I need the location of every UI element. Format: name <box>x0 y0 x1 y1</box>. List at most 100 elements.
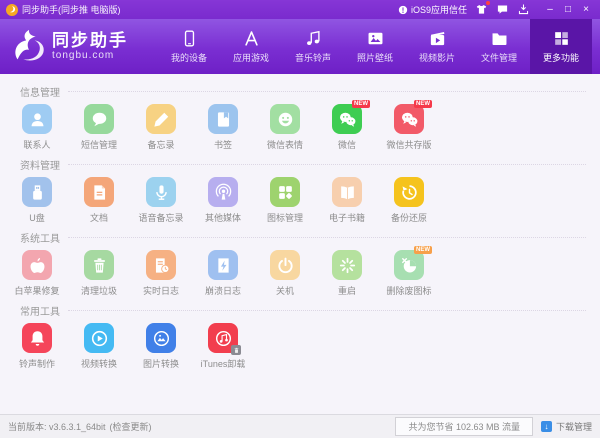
download-manager-button[interactable]: ↓ 下载管理 <box>541 420 592 433</box>
traffic-saved-label: 共为您节省 102.63 MB 流量 <box>395 417 533 436</box>
itunes-uninstall-icon <box>214 329 233 348</box>
tile-itunes-uninstall[interactable]: iTunes卸载 <box>192 323 254 370</box>
maximize-button[interactable]: □ <box>560 3 576 17</box>
tile-voice-memo[interactable]: 语音备忘录 <box>130 177 192 224</box>
tile-icon-box <box>146 323 176 353</box>
tile-label: 微信表情 <box>267 138 303 151</box>
nav-item-label: 音乐铃声 <box>295 51 331 64</box>
tile-icon-manage[interactable]: 图标管理 <box>254 177 316 224</box>
tile-label: 备份还原 <box>391 211 427 224</box>
tile-label: 语音备忘录 <box>138 211 183 224</box>
reboot-icon <box>338 256 357 275</box>
app-window: 同步助手(同步推 电脑版) iOS9应用信任 <box>0 0 600 438</box>
wechat-emoji-icon <box>276 110 295 129</box>
tile-icon-box <box>22 323 52 353</box>
tile-icon-box <box>146 250 176 280</box>
tile-wechat[interactable]: NEW微信 <box>316 104 378 151</box>
tile-icon-box <box>270 104 300 134</box>
tile-label: 电子书籍 <box>329 211 365 224</box>
nav-item-more[interactable]: 更多功能 <box>530 19 592 74</box>
tile-image-convert[interactable]: 图片转换 <box>130 323 192 370</box>
apps-icon <box>242 29 261 48</box>
check-update-link[interactable]: (检查更新) <box>110 420 152 433</box>
download-tray-button[interactable] <box>517 3 530 16</box>
nav-item-label: 视频影片 <box>419 51 455 64</box>
tile-icon-box <box>270 250 300 280</box>
tile-icon-box <box>208 323 238 353</box>
tile-usb[interactable]: U盘 <box>6 177 68 224</box>
photo-icon <box>366 29 385 48</box>
tile-realtime-log[interactable]: 实时日志 <box>130 250 192 297</box>
tile-ringtone-maker[interactable]: 铃声制作 <box>6 323 68 370</box>
nav-item-label: 我的设备 <box>171 51 207 64</box>
white-apple-fix-icon <box>28 256 47 275</box>
nav-item-folder[interactable]: 文件管理 <box>468 19 530 74</box>
nav-item-photo[interactable]: 照片壁纸 <box>344 19 406 74</box>
tile-icon-box <box>332 250 362 280</box>
tile-video-convert[interactable]: 视频转换 <box>68 323 130 370</box>
ios9-trust-button[interactable]: iOS9应用信任 <box>398 3 467 16</box>
tile-bookmarks[interactable]: 书签 <box>192 104 254 151</box>
icon-manage-icon <box>276 183 295 202</box>
nav-item-apps[interactable]: 应用游戏 <box>220 19 282 74</box>
tile-label: 删除废图标 <box>386 284 431 297</box>
app-logo-icon <box>6 4 18 16</box>
section-title: 资料管理 <box>0 157 600 172</box>
tile-label: 实时日志 <box>143 284 179 297</box>
tile-icon-box: NEW <box>332 104 362 134</box>
tiles-row: U盘文档语音备忘录其他媒体图标管理电子书籍 备份还原 <box>0 177 600 224</box>
nav-item-film[interactable]: 视频影片 <box>406 19 468 74</box>
tile-icon-box <box>208 104 238 134</box>
section-title: 信息管理 <box>0 84 600 99</box>
tile-documents[interactable]: 文档 <box>68 177 130 224</box>
feedback-button[interactable] <box>496 3 509 16</box>
tile-sms[interactable]: 短信管理 <box>68 104 130 151</box>
new-badge: NEW <box>414 100 432 108</box>
tile-icon-box <box>22 177 52 207</box>
minimize-button[interactable]: – <box>542 3 558 17</box>
voice-memo-icon <box>152 183 171 202</box>
tile-contacts[interactable]: 联系人 <box>6 104 68 151</box>
new-badge: NEW <box>414 246 432 254</box>
device-icon <box>180 29 199 48</box>
close-button[interactable]: × <box>578 3 594 17</box>
tile-icon-box <box>84 177 114 207</box>
delete-broken-icons-icon <box>400 256 419 275</box>
nav-item-music[interactable]: 音乐铃声 <box>282 19 344 74</box>
nav-item-label: 文件管理 <box>481 51 517 64</box>
clean-junk-icon <box>90 256 109 275</box>
contacts-icon <box>28 110 47 129</box>
tile-shutdown[interactable]: 关机 <box>254 250 316 297</box>
shutdown-icon <box>276 256 295 275</box>
nav-item-device[interactable]: 我的设备 <box>158 19 220 74</box>
tile-delete-broken-icons[interactable]: NEW 删除废图标 <box>378 250 440 297</box>
tile-other-media[interactable]: 其他媒体 <box>192 177 254 224</box>
realtime-log-icon <box>152 256 171 275</box>
new-badge: NEW <box>352 100 370 108</box>
tile-white-apple-fix[interactable]: 白苹果修复 <box>6 250 68 297</box>
tile-memo[interactable]: 备忘录 <box>130 104 192 151</box>
tile-icon-box: NEW <box>394 250 424 280</box>
theme-skin-button[interactable] <box>475 3 488 16</box>
tile-label: 图片转换 <box>143 357 179 370</box>
info-icon <box>398 5 408 15</box>
wechat-icon <box>338 110 357 129</box>
other-media-icon <box>214 183 233 202</box>
ringtone-maker-icon <box>28 329 47 348</box>
tile-icon-box <box>208 177 238 207</box>
notification-dot <box>486 1 490 5</box>
tile-crash-log[interactable]: 崩溃日志 <box>192 250 254 297</box>
brand-logo: 同步助手 tongbu.com <box>0 19 158 74</box>
tile-label: 联系人 <box>23 138 50 151</box>
tile-clean-junk[interactable]: 清理垃圾 <box>68 250 130 297</box>
nav-item-label: 更多功能 <box>543 51 579 64</box>
tile-ebooks[interactable]: 电子书籍 <box>316 177 378 224</box>
tile-wechat-coexist[interactable]: NEW微信共存版 <box>378 104 440 151</box>
tile-backup-restore[interactable]: 备份还原 <box>378 177 440 224</box>
tiles-row: 联系人 短信管理备忘录书签微信表情 NEW微信NEW微信共存版 <box>0 104 600 151</box>
tiles-row: 铃声制作视频转换图片转换 iTunes卸载 <box>0 323 600 370</box>
tile-reboot[interactable]: 重启 <box>316 250 378 297</box>
statusbar: 当前版本: v3.6.3.1_64bit (检查更新) 共为您节省 102.63… <box>0 414 600 438</box>
nav-item-label: 照片壁纸 <box>357 51 393 64</box>
tile-wechat-emoji[interactable]: 微信表情 <box>254 104 316 151</box>
